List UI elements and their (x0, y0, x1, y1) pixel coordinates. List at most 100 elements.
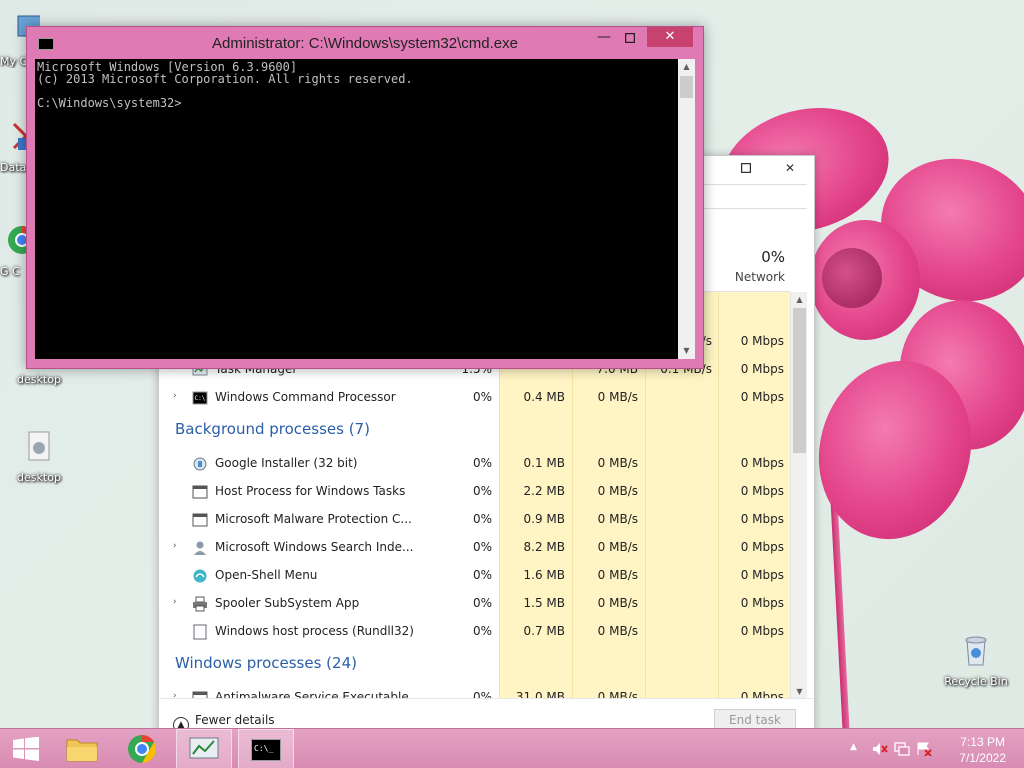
maximize-button[interactable] (732, 158, 760, 178)
desktop-icon-label: Data (0, 161, 27, 174)
show-hidden-icons-chevron-icon[interactable]: ▲ (850, 742, 866, 756)
process-list-scrollbar[interactable]: ▲ ▼ (790, 292, 807, 700)
network-percent: 0% (761, 248, 785, 266)
network-icon[interactable] (894, 742, 910, 756)
taskbar-cmd[interactable]: C:\_ (238, 729, 294, 768)
table-row[interactable]: Google Installer (32 bit) 0% 0.1 MB 0 MB… (164, 450, 790, 478)
process-name: Open-Shell Menu (215, 568, 318, 582)
flower-center (822, 248, 882, 308)
svg-text:C:\: C:\ (195, 395, 206, 402)
table-row[interactable]: › Microsoft Windows Search Inde... 0% 8.… (164, 534, 790, 562)
cell-memory: 0.1 MB (523, 456, 565, 470)
clock-time: 7:13 PM (960, 735, 1005, 749)
taskbar-file-explorer[interactable] (54, 729, 110, 768)
cell-network: 0 Mbps (740, 512, 784, 526)
console-scrollbar[interactable]: ▲ ▼ (678, 59, 695, 359)
cell-memory: 0.4 MB (523, 390, 565, 404)
cmd-icon: C:\ (192, 391, 208, 405)
scroll-down-arrow-icon[interactable]: ▼ (678, 344, 695, 358)
cell-memory: 1.6 MB (523, 568, 565, 582)
cell-cpu: 0% (472, 568, 492, 582)
taskbar-task-manager[interactable] (176, 729, 232, 768)
cell-disk: 0 MB/s (597, 484, 638, 498)
cmd-window[interactable]: Administrator: C:\Windows\system32\cmd.e… (26, 26, 704, 369)
table-row[interactable]: Open-Shell Menu 0% 1.6 MB 0 MB/s 0 Mbps (164, 562, 790, 590)
cell-cpu: 0% (472, 390, 492, 404)
cell-disk: 0 MB/s (597, 390, 638, 404)
system-clock[interactable]: 7:13 PM 7/1/2022 (959, 734, 1006, 766)
desktop-icon-recycle-bin[interactable]: Recycle Bin (940, 632, 1012, 688)
cell-network: 0 Mbps (740, 484, 784, 498)
table-row-windows-command-processor[interactable]: › C:\ Windows Command Processor 0% 0.4 M… (164, 384, 790, 412)
scroll-up-arrow-icon[interactable]: ▲ (678, 60, 695, 74)
cell-memory: 8.2 MB (523, 540, 565, 554)
desktop-icon-label: desktop (17, 373, 61, 386)
cell-disk: 0 MB/s (597, 568, 638, 582)
taskbar: C:\_ ▲ 7:13 PM 7/1/2022 (0, 728, 1024, 768)
expand-chevron-icon[interactable]: › (173, 541, 177, 551)
printer-icon (193, 596, 207, 612)
expand-chevron-icon[interactable]: › (173, 597, 177, 607)
search-user-icon (194, 541, 206, 555)
cmd-titlebar[interactable]: Administrator: C:\Windows\system32\cmd.e… (27, 27, 703, 59)
cell-cpu: 0% (472, 484, 492, 498)
scroll-up-arrow-icon[interactable]: ▲ (791, 293, 808, 307)
shell-icon (193, 569, 207, 583)
cell-cpu: 0% (472, 596, 492, 610)
scrollbar-thumb[interactable] (793, 308, 806, 453)
process-name: Spooler SubSystem App (215, 596, 360, 610)
maximize-icon (740, 162, 752, 174)
console-output[interactable]: Microsoft Windows [Version 6.3.9600] (c) … (35, 59, 678, 359)
maximize-icon (624, 32, 636, 44)
svg-text:C:\_: C:\_ (254, 744, 273, 753)
cell-cpu: 0% (472, 456, 492, 470)
console-prompt-line: C:\Windows\system32> (37, 96, 182, 110)
scrollbar-thumb[interactable] (680, 76, 693, 98)
close-button[interactable]: ✕ (647, 27, 693, 47)
process-name: Microsoft Windows Search Inde... (215, 540, 414, 554)
taskbar-chrome[interactable] (114, 729, 170, 768)
cell-network: 0 Mbps (740, 540, 784, 554)
cell-network: 0 Mbps (740, 568, 784, 582)
settings-file-icon (28, 431, 50, 461)
task-manager-icon (189, 737, 219, 759)
table-row[interactable]: › Spooler SubSystem App 0% 1.5 MB 0 MB/s… (164, 590, 790, 618)
cell-memory: 0.7 MB (523, 624, 565, 638)
minimize-button[interactable]: — (591, 29, 617, 49)
cell-disk: 0 MB/s (597, 596, 638, 610)
table-row[interactable]: Windows host process (Rundll32) 0% 0.7 M… (164, 618, 790, 646)
desktop-icon-desktop-2[interactable]: desktop (4, 428, 74, 484)
table-row[interactable]: Host Process for Windows Tasks 0% 2.2 MB… (164, 478, 790, 506)
column-header-network[interactable]: 0% Network (715, 248, 785, 284)
window-process-icon (192, 485, 208, 499)
expand-chevron-icon[interactable]: › (173, 391, 177, 401)
cell-network: 0 Mbps (740, 456, 784, 470)
table-row[interactable]: Microsoft Malware Protection C... 0% 0.9… (164, 506, 790, 534)
desktop-icon-label: My C (0, 55, 28, 68)
group-header-windows-processes: Windows processes (24) (175, 654, 357, 672)
cell-network: 0 Mbps (740, 334, 784, 348)
start-button[interactable] (0, 729, 56, 768)
console-line: (c) 2013 Microsoft Corporation. All righ… (37, 72, 413, 86)
process-name: Windows host process (Rundll32) (215, 624, 414, 638)
desktop-icon-label: Recycle Bin (944, 675, 1008, 688)
close-button[interactable]: ✕ (776, 158, 804, 178)
cell-disk: 0 MB/s (597, 512, 638, 526)
cell-disk: 0 MB/s (597, 624, 638, 638)
network-label: Network (734, 270, 785, 284)
process-name: Windows Command Processor (215, 390, 396, 404)
cell-disk: 0 MB/s (597, 456, 638, 470)
cell-cpu: 0% (472, 624, 492, 638)
process-name: Microsoft Malware Protection C... (215, 512, 412, 526)
clock-date: 7/1/2022 (959, 751, 1006, 765)
cell-cpu: 0% (472, 540, 492, 554)
scroll-down-arrow-icon[interactable]: ▼ (791, 685, 808, 699)
cell-disk: 0 MB/s (597, 540, 638, 554)
maximize-button[interactable] (617, 29, 643, 49)
recycle-bin-icon (965, 636, 987, 666)
volume-muted-icon[interactable] (872, 742, 888, 756)
windows-logo-icon (13, 737, 39, 761)
action-center-flag-icon[interactable] (916, 742, 932, 756)
group-header-background-processes: Background processes (7) (175, 420, 370, 438)
process-name: Google Installer (32 bit) (215, 456, 358, 470)
